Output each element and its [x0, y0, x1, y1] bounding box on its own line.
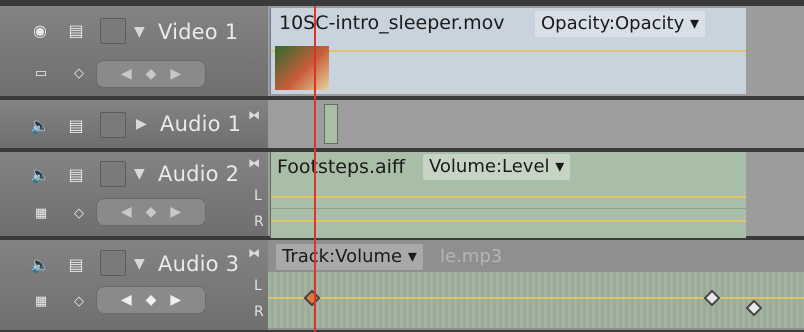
track-lock-box[interactable] — [100, 161, 126, 187]
speaker-icon[interactable]: 🔈 — [26, 252, 54, 276]
merge-icon: ⧓ — [248, 246, 260, 260]
opacity-rubber-band[interactable] — [271, 50, 746, 52]
track-header-audio1: 🔈 ▤ ▶ Audio 1 ⧓ — [0, 100, 268, 150]
volume-rubber-band-right[interactable] — [271, 220, 746, 222]
chevron-down-icon[interactable]: ▼ — [134, 24, 145, 40]
add-keyframe-icon[interactable]: ◆ — [146, 204, 157, 220]
track-name: Audio 2 — [158, 162, 240, 186]
clip-name: 10SC-intro_sleeper.mov — [279, 12, 505, 34]
collapse-icon[interactable]: ▤ — [62, 162, 90, 186]
keyframe-nav-bar[interactable]: ◀ ◆ ▶ — [96, 286, 206, 314]
keyframe-nav-bar[interactable]: ◀ ◆ ▶ — [96, 60, 206, 88]
next-keyframe-icon[interactable]: ▶ — [170, 66, 181, 82]
timeline-panel: ◉ ▤ ▼ Video 1 ▭ ◇ ◀ ◆ ▶ 10SC-intro_sleep… — [0, 0, 804, 332]
channel-right-label: R — [254, 214, 264, 230]
display-style-icon[interactable]: ▦ — [30, 204, 52, 222]
effect-dropdown[interactable]: Volume:Level ▾ — [423, 154, 571, 180]
track-name: Video 1 — [158, 20, 239, 44]
keyframe-icon[interactable]: ◇ — [68, 292, 90, 310]
merge-icon: ⧓ — [248, 108, 260, 122]
chevron-right-icon[interactable]: ▶ — [136, 116, 147, 132]
video1-lane: 10SC-intro_sleeper.mov Opacity:Opacity ▾ — [268, 6, 804, 98]
effect-label: Opacity:Opacity — [541, 13, 685, 34]
collapse-icon[interactable]: ▤ — [62, 252, 90, 276]
track-header-audio2: 🔈 ▤ ▼ Audio 2 ⧓ ▦ ◇ ◀ ◆ ▶ L R — [0, 152, 268, 238]
next-keyframe-icon[interactable]: ▶ — [170, 204, 181, 220]
track-name: Audio 1 — [160, 112, 242, 136]
keyframe-icon[interactable]: ◇ — [68, 64, 90, 82]
effect-label: Volume:Level — [429, 156, 550, 177]
collapse-icon[interactable]: ▤ — [62, 18, 90, 42]
effect-label: Track:Volume — [282, 246, 403, 267]
speaker-icon[interactable]: 🔈 — [26, 162, 54, 186]
keyframe-icon[interactable]: ◇ — [68, 204, 90, 222]
eye-icon[interactable]: ◉ — [26, 18, 54, 42]
video-clip[interactable]: 10SC-intro_sleeper.mov Opacity:Opacity ▾ — [270, 8, 746, 94]
track-lock-box[interactable] — [100, 250, 126, 276]
channel-right-label: R — [254, 304, 264, 320]
track-header-audio3: 🔈 ▤ ▼ Audio 3 ⧓ ▦ ◇ ◀ ◆ ▶ L R — [0, 240, 268, 332]
audio-waveform — [268, 272, 804, 328]
waveform-divider — [271, 208, 746, 209]
merge-icon: ⧓ — [248, 156, 260, 170]
speaker-icon[interactable]: 🔈 — [26, 113, 54, 137]
track-name: Audio 3 — [158, 252, 240, 276]
prev-keyframe-icon[interactable]: ◀ — [121, 204, 132, 220]
prev-keyframe-icon[interactable]: ◀ — [121, 66, 132, 82]
track-header-video1: ◉ ▤ ▼ Video 1 ▭ ◇ ◀ ◆ ▶ — [0, 6, 268, 98]
keyframe-nav-bar[interactable]: ◀ ◆ ▶ — [96, 198, 206, 226]
chevron-down-icon[interactable]: ▼ — [134, 166, 145, 182]
audio-clip[interactable]: Footsteps.aiff Volume:Level ▾ — [270, 152, 746, 238]
display-style-icon[interactable]: ▦ — [30, 292, 52, 310]
track-lock-box[interactable] — [100, 112, 126, 138]
display-style-icon[interactable]: ▭ — [30, 64, 52, 82]
clip-thumbnail — [275, 46, 329, 90]
clip-name: Footsteps.aiff — [277, 156, 405, 178]
next-keyframe-icon[interactable]: ▶ — [170, 292, 181, 308]
chevron-down-icon[interactable]: ▼ — [134, 256, 145, 272]
track-lock-box[interactable] — [100, 18, 126, 44]
volume-rubber-band-left[interactable] — [271, 196, 746, 198]
add-keyframe-icon[interactable]: ◆ — [146, 66, 157, 82]
collapse-icon[interactable]: ▤ — [62, 113, 90, 137]
audio1-lane — [268, 100, 804, 150]
playhead[interactable] — [314, 6, 316, 332]
add-keyframe-icon[interactable]: ◆ — [146, 292, 157, 308]
audio2-lane: Footsteps.aiff Volume:Level ▾ — [268, 152, 804, 238]
channel-left-label: L — [254, 188, 262, 204]
track-effect-dropdown[interactable]: Track:Volume ▾ — [276, 244, 423, 270]
effect-dropdown[interactable]: Opacity:Opacity ▾ — [535, 11, 705, 37]
audio3-lane: Track:Volume ▾ le.mp3 — [268, 240, 804, 332]
prev-keyframe-icon[interactable]: ◀ — [121, 292, 132, 308]
track-volume-rubber-band[interactable] — [268, 297, 804, 299]
channel-left-label: L — [254, 278, 262, 294]
audio-clip-stub[interactable] — [324, 104, 338, 144]
clip-name-fragment: le.mp3 — [440, 246, 503, 267]
